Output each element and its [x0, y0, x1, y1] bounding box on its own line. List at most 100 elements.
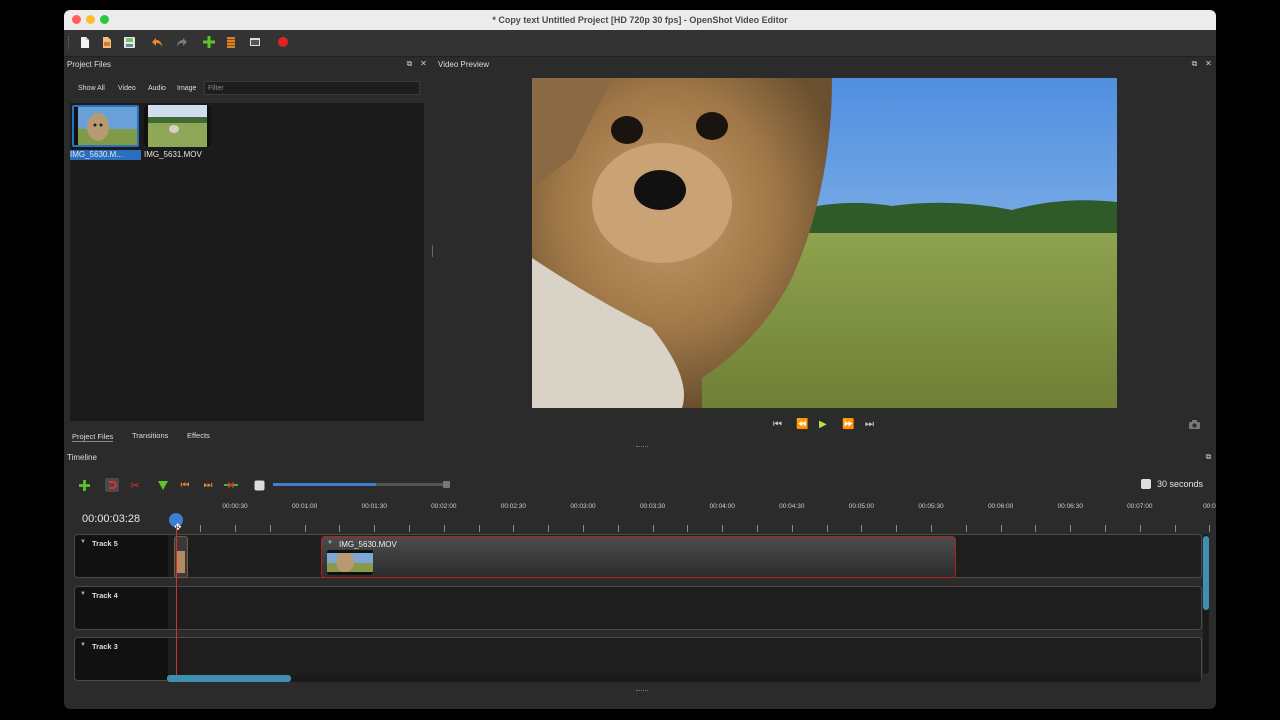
track-label: Track 5 — [92, 539, 118, 548]
ruler-label: 00:07:00 — [1127, 503, 1153, 510]
track-menu-icon[interactable]: ▼ — [80, 539, 86, 545]
filter-video[interactable]: Video — [118, 82, 136, 96]
save-project-icon[interactable] — [122, 35, 136, 49]
toolbar-grip[interactable] — [68, 36, 71, 50]
ruler-label: 00:03:00 — [570, 503, 596, 510]
clip-thumbnail — [327, 550, 373, 575]
ruler-tick — [966, 525, 967, 532]
new-project-icon[interactable] — [78, 35, 92, 49]
ruler-tick — [757, 525, 758, 532]
track-header[interactable]: ▼ Track 3 — [75, 638, 168, 680]
float-timeline-icon[interactable]: ⧉ — [1204, 452, 1213, 462]
ruler-tick — [1001, 525, 1002, 532]
ruler-tick — [479, 525, 480, 532]
video-preview-frame — [532, 78, 1117, 408]
file-name-img-5630[interactable]: IMG_5630.M... — [70, 150, 141, 160]
zoom-fit-icon[interactable] — [252, 478, 266, 492]
add-marker-icon[interactable] — [156, 478, 170, 492]
ruler-tick — [548, 525, 549, 532]
horizontal-scrollbar[interactable] — [167, 675, 1201, 682]
undo-icon[interactable] — [150, 35, 164, 49]
ruler-label: 00:06:30 — [1057, 503, 1083, 510]
filter-show-all[interactable]: Show All — [78, 82, 105, 96]
ruler-tick — [687, 525, 688, 532]
export-video-icon[interactable] — [276, 35, 290, 49]
razor-tool-icon[interactable]: ✂ — [128, 478, 142, 492]
small-clip-thumbnail — [177, 551, 185, 573]
tab-transitions[interactable]: Transitions — [132, 431, 168, 440]
track-menu-icon[interactable]: ▼ — [80, 591, 86, 597]
playhead-line — [176, 526, 177, 678]
zoom-slider-fill — [273, 483, 376, 486]
horizontal-splitter[interactable] — [636, 446, 648, 448]
ruler-tick — [374, 525, 375, 532]
float-preview-icon[interactable]: ⧉ — [1190, 59, 1199, 69]
timeline-ruler[interactable]: 00:00:30 00:01:00 00:01:30 00:02:00 00:02:30… — [168, 502, 1216, 532]
project-files-list: IMG_5630.M... IMG_5631.MOV — [70, 103, 424, 421]
snapshot-camera-icon[interactable] — [1189, 420, 1200, 431]
vertical-scrollbar-thumb[interactable] — [1203, 536, 1209, 610]
track-label: Track 4 — [92, 591, 118, 600]
ruler-tick — [1140, 525, 1141, 532]
track-row[interactable]: ▼ Track 5 ▼ IMG_5630.MOV — [74, 534, 1202, 578]
filter-audio[interactable]: Audio — [148, 82, 166, 96]
clip-menu-icon[interactable]: ▼ — [327, 540, 333, 546]
ruler-label: 00:01:00 — [291, 503, 318, 510]
vertical-scrollbar[interactable] — [1203, 534, 1209, 674]
main-toolbar — [64, 30, 1216, 57]
file-thumbnail-img-5630[interactable] — [72, 105, 139, 147]
ruler-tick — [1105, 525, 1106, 532]
track-row[interactable]: ▼ Track 4 — [74, 586, 1202, 630]
project-files-title: Project Files — [67, 60, 112, 69]
tab-effects[interactable]: Effects — [187, 431, 210, 440]
ruler-tick — [618, 525, 619, 532]
bottom-splitter[interactable] — [636, 690, 648, 692]
import-files-icon[interactable] — [202, 35, 216, 49]
clip-label: IMG_5630.MOV — [339, 540, 397, 549]
next-marker-icon[interactable]: ⏭ — [201, 478, 215, 492]
float-dock-icon[interactable]: ⧉ — [405, 59, 414, 69]
previous-marker-icon[interactable]: ⏮ — [178, 478, 192, 492]
add-track-icon[interactable] — [77, 478, 91, 492]
ruler-label: 00:00:30 — [222, 503, 248, 510]
tab-project-files[interactable]: Project Files — [72, 432, 114, 442]
close-dock-icon[interactable]: ✕ — [419, 59, 428, 68]
zoom-slider-handle[interactable] — [443, 481, 450, 488]
track-header[interactable]: ▼ Track 4 — [75, 587, 168, 629]
fullscreen-icon[interactable] — [248, 35, 262, 49]
snapping-toggle-icon[interactable] — [105, 478, 119, 492]
ruler-label: 00:05:00 — [848, 503, 875, 510]
track-label: Track 3 — [92, 642, 118, 651]
ruler-tick — [409, 525, 410, 532]
file-name-img-5631[interactable]: IMG_5631.MOV — [144, 150, 224, 160]
rewind-icon[interactable]: ⏪ — [796, 419, 808, 430]
jump-start-icon[interactable]: ⏮ — [773, 419, 782, 430]
ruler-tick — [339, 525, 340, 532]
timeline-clip-img-5630[interactable]: ▼ IMG_5630.MOV — [321, 536, 956, 578]
ruler-label: 00:02:30 — [500, 503, 527, 510]
open-project-icon[interactable] — [100, 35, 114, 49]
profile-icon[interactable] — [224, 35, 238, 49]
filter-image[interactable]: Image — [177, 82, 196, 96]
ruler-tick — [200, 525, 201, 532]
track-header[interactable]: ▼ Track 5 — [75, 535, 168, 577]
jump-end-icon[interactable]: ⏭ — [865, 419, 874, 430]
ruler-tick — [1209, 525, 1210, 532]
zoom-slider[interactable] — [273, 483, 447, 486]
filter-input[interactable]: Filter — [204, 81, 420, 95]
ruler-tick — [270, 525, 271, 532]
redo-icon[interactable] — [174, 35, 188, 49]
vertical-splitter[interactable] — [432, 245, 433, 257]
ruler-tick — [931, 525, 932, 532]
zoom-level-label: 30 seconds — [1157, 479, 1204, 489]
file-thumbnail-img-5631[interactable] — [144, 105, 211, 147]
track-menu-icon[interactable]: ▼ — [80, 642, 86, 648]
center-playhead-icon[interactable] — [224, 478, 238, 492]
fast-forward-icon[interactable]: ⏩ — [842, 419, 854, 430]
ruler-tick — [1175, 525, 1176, 532]
zoom-level-icon — [1141, 479, 1151, 489]
horizontal-scrollbar-thumb[interactable] — [167, 675, 291, 682]
ruler-label: 00:04:30 — [779, 503, 805, 510]
play-icon[interactable]: ▶ — [819, 419, 827, 430]
close-preview-icon[interactable]: ✕ — [1204, 59, 1213, 68]
